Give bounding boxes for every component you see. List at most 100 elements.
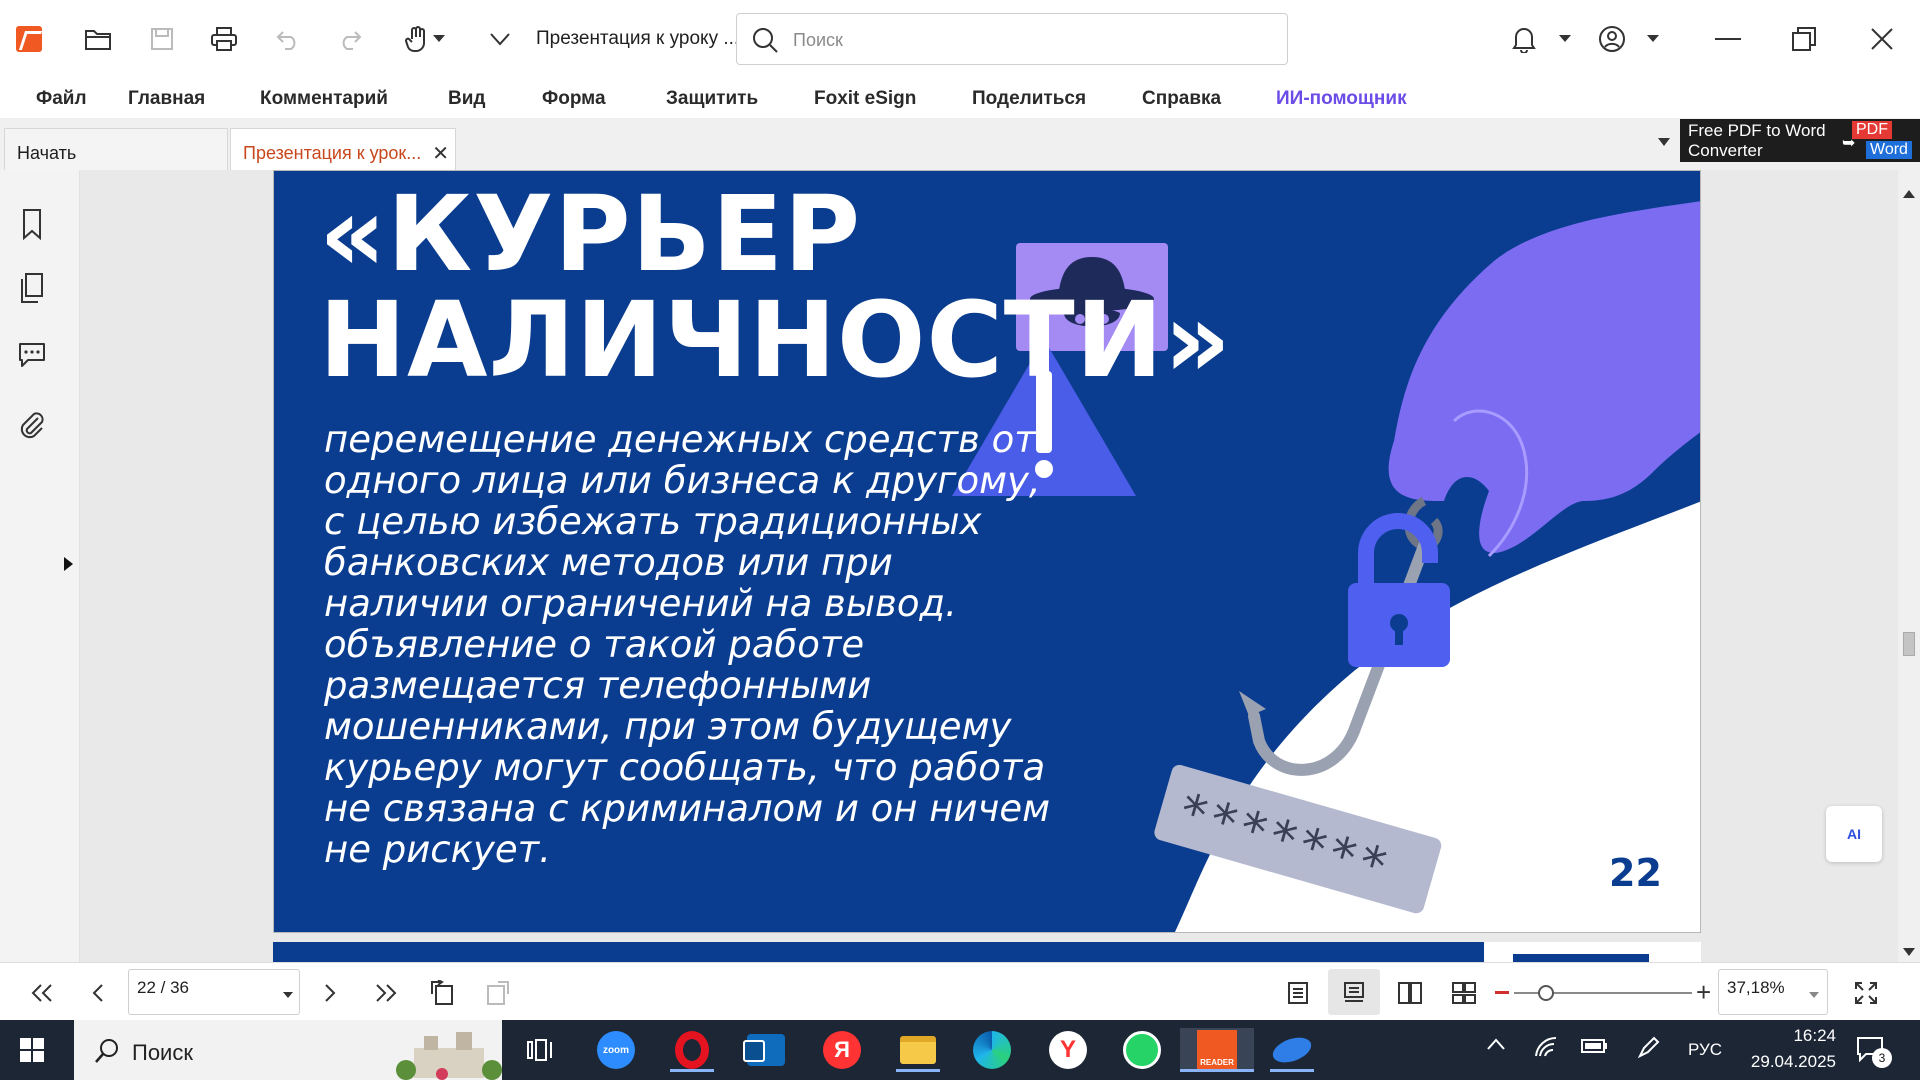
clock-time[interactable]: 16:24 (1764, 1026, 1836, 1046)
tab-bar: Начать Презентация к урок... ✕ (0, 118, 1920, 170)
search-box[interactable] (736, 13, 1288, 65)
next-page-button[interactable] (310, 973, 350, 1013)
taskbar-app-extra[interactable] (1269, 1028, 1315, 1072)
show-hidden-icons[interactable] (1486, 1036, 1506, 1056)
network-status[interactable] (1534, 1036, 1560, 1063)
taskbar-file-explorer[interactable] (896, 1028, 940, 1072)
print-button[interactable] (198, 14, 250, 64)
tab-close-icon[interactable]: ✕ (432, 141, 449, 166)
status-bar: 22 / 36 + 37,18% (0, 962, 1920, 1020)
menu-file[interactable]: Файл (36, 88, 87, 110)
document-viewport[interactable]: ******* «КУРЬЕР НАЛИЧНОСТИ» перемещение … (80, 170, 1898, 962)
taskbar-search[interactable]: Поиск (74, 1020, 502, 1080)
scroll-up-icon[interactable] (1903, 190, 1915, 198)
taskbar-yandex-browser[interactable]: Я (820, 1028, 864, 1072)
menu-home[interactable]: Главная (128, 88, 205, 110)
pdf-to-word-ad[interactable]: Free PDF to Word Converter ➥ PDF Word (1680, 119, 1920, 162)
comment-icon (19, 343, 45, 367)
last-page-button[interactable] (366, 973, 406, 1013)
open-file-button[interactable] (72, 14, 124, 64)
input-language[interactable]: РУС (1688, 1040, 1722, 1060)
facing-view-button[interactable] (1390, 973, 1430, 1013)
pages-button[interactable] (14, 270, 50, 306)
menu-esign[interactable]: Foxit eSign (814, 88, 916, 110)
taskbar-outlook-app[interactable] (743, 1028, 788, 1072)
previous-view-button[interactable] (422, 973, 462, 1013)
tab-label: Начать (17, 143, 77, 163)
minimize-button[interactable] (1700, 14, 1756, 64)
chevron-right-icon (325, 984, 336, 1002)
taskbar-whatsapp-app[interactable] (1120, 1028, 1164, 1072)
expand-panel-icon[interactable] (64, 557, 73, 571)
notification-center[interactable]: 3 (1856, 1036, 1892, 1068)
zoom-app-icon: zoom (597, 1031, 635, 1069)
ai-float-label: AI (1847, 826, 1861, 842)
menu-ai-assistant[interactable]: ИИ-помощник (1276, 88, 1407, 110)
menu-form[interactable]: Форма (542, 88, 606, 110)
zoom-level-input[interactable]: 37,18% (1718, 969, 1828, 1015)
notifications-dropdown[interactable] (1538, 14, 1592, 64)
continuous-facing-view-button[interactable] (1444, 973, 1484, 1013)
tab-start[interactable]: Начать (4, 128, 228, 170)
single-page-view-button[interactable] (1278, 973, 1318, 1013)
comments-button[interactable] (14, 336, 50, 372)
taskbar-edge-app[interactable] (970, 1028, 1014, 1072)
battery-status[interactable] (1580, 1038, 1608, 1059)
restore-button[interactable] (1776, 14, 1832, 64)
page-number-input[interactable]: 22 / 36 (128, 969, 300, 1015)
tab-list-dropdown-icon[interactable] (1658, 138, 1670, 146)
vertical-scrollbar[interactable] (1898, 170, 1920, 962)
account-dropdown[interactable] (1626, 14, 1680, 64)
previous-page-button[interactable] (78, 973, 118, 1013)
quick-access-dropdown[interactable] (480, 14, 520, 64)
attachments-button[interactable] (14, 406, 50, 442)
redo-icon (342, 31, 362, 50)
tab-presentation[interactable]: Презентация к урок... ✕ (230, 128, 456, 170)
bookmarks-button[interactable] (14, 206, 50, 242)
taskbar-zoom-app[interactable]: zoom (594, 1028, 638, 1072)
caret-down-icon[interactable] (1809, 992, 1819, 998)
next-view-icon (487, 981, 509, 1005)
task-view-button[interactable] (518, 1028, 562, 1072)
slide-page-number: 22 (1609, 851, 1662, 895)
taskbar-opera-app[interactable] (670, 1028, 714, 1072)
zoom-slider-knob[interactable] (1538, 985, 1554, 1001)
search-input[interactable] (793, 26, 1263, 54)
menu-help[interactable]: Справка (1142, 88, 1221, 110)
menu-protect[interactable]: Защитить (666, 88, 758, 110)
close-window-button[interactable] (1854, 14, 1910, 64)
undo-button[interactable] (262, 14, 314, 64)
menu-bar: Файл Главная Комментарий Вид Форма Защит… (0, 78, 1920, 118)
taskbar-yandex-app[interactable]: Y (1046, 1028, 1090, 1072)
ai-assistant-float-button[interactable]: AI (1826, 806, 1882, 862)
hand-tool-dropdown[interactable] (424, 14, 454, 64)
zoom-in-icon[interactable]: + (1696, 977, 1711, 1008)
pen-status[interactable] (1636, 1036, 1660, 1065)
next-view-button[interactable] (478, 973, 518, 1013)
bookmark-icon (23, 209, 41, 241)
scrollbar-thumb[interactable] (1903, 632, 1915, 656)
windows-start-icon[interactable] (20, 1038, 44, 1062)
menu-view[interactable]: Вид (448, 88, 485, 110)
clock-date[interactable]: 29.04.2025 (1744, 1052, 1836, 1072)
menu-comment[interactable]: Комментарий (260, 88, 388, 110)
fullscreen-button[interactable] (1846, 973, 1886, 1013)
menu-share[interactable]: Поделиться (972, 88, 1086, 110)
continuous-page-icon (1344, 982, 1364, 1002)
battery-icon (1581, 1039, 1607, 1053)
continuous-view-button[interactable] (1334, 973, 1374, 1013)
first-page-button[interactable] (22, 973, 62, 1013)
redo-button[interactable] (324, 14, 376, 64)
double-chevron-left-icon (31, 984, 52, 1002)
minimize-icon (1715, 38, 1741, 40)
continuous-facing-icon (1452, 982, 1476, 1004)
document-title: Презентация к уроку ... (536, 28, 740, 49)
caret-down-icon[interactable] (283, 992, 293, 998)
zoom-out-icon[interactable] (1495, 991, 1509, 994)
foxit-logo-icon[interactable] (16, 26, 42, 52)
save-button[interactable] (136, 14, 188, 64)
tab-label: Презентация к урок... (243, 143, 422, 163)
slide-title-line1: «КУРЬЕР (319, 173, 862, 295)
scroll-down-icon[interactable] (1903, 948, 1915, 956)
taskbar-foxit-reader[interactable]: READER (1180, 1028, 1254, 1072)
